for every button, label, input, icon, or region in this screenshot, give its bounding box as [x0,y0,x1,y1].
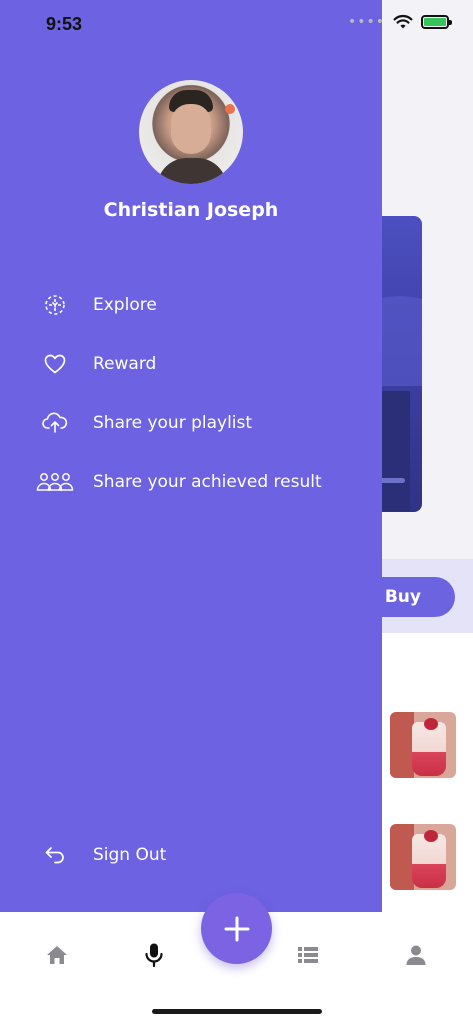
signal-dots-icon: •••• [347,14,385,30]
user-name: Christian Joseph [103,199,279,221]
menu-item-label: Explore [93,295,157,315]
explore-icon [36,290,74,320]
dessert-thumbnail[interactable] [390,824,456,890]
heart-icon [36,349,74,379]
menu-item-explore[interactable]: Explore [0,280,382,330]
menu-item-share-playlist[interactable]: Share your playlist [0,398,382,448]
plus-icon [224,916,249,941]
user-icon [406,945,426,965]
menu-item-share-result[interactable]: Share your achieved result [0,457,382,507]
list-icon [298,947,318,963]
tab-home[interactable] [37,940,77,970]
avatar[interactable] [139,80,243,184]
microphone-icon [145,943,163,968]
sign-out-icon [36,840,74,870]
home-indicator [152,1009,322,1014]
menu-item-label: Share your achieved result [93,472,322,492]
menu-item-reward[interactable]: Reward [0,339,382,389]
users-icon [36,467,74,497]
tab-list[interactable] [288,940,328,970]
wifi-icon [393,14,413,29]
cloud-upload-icon [36,408,74,438]
home-icon [47,946,67,964]
tab-profile[interactable] [396,940,436,970]
battery-icon [421,15,452,29]
side-drawer: Christian Joseph Explore Reward Share yo… [0,0,382,912]
menu-item-sign-out[interactable]: Sign Out [0,830,382,880]
add-button[interactable] [201,893,272,964]
status-time: 9:53 [46,14,83,34]
status-icons: •••• [347,14,452,30]
menu-item-label: Reward [93,354,157,374]
sign-out-label: Sign Out [93,845,167,865]
dessert-thumbnail[interactable] [390,712,456,778]
menu-item-label: Share your playlist [93,413,253,433]
tab-mic[interactable] [134,940,174,970]
